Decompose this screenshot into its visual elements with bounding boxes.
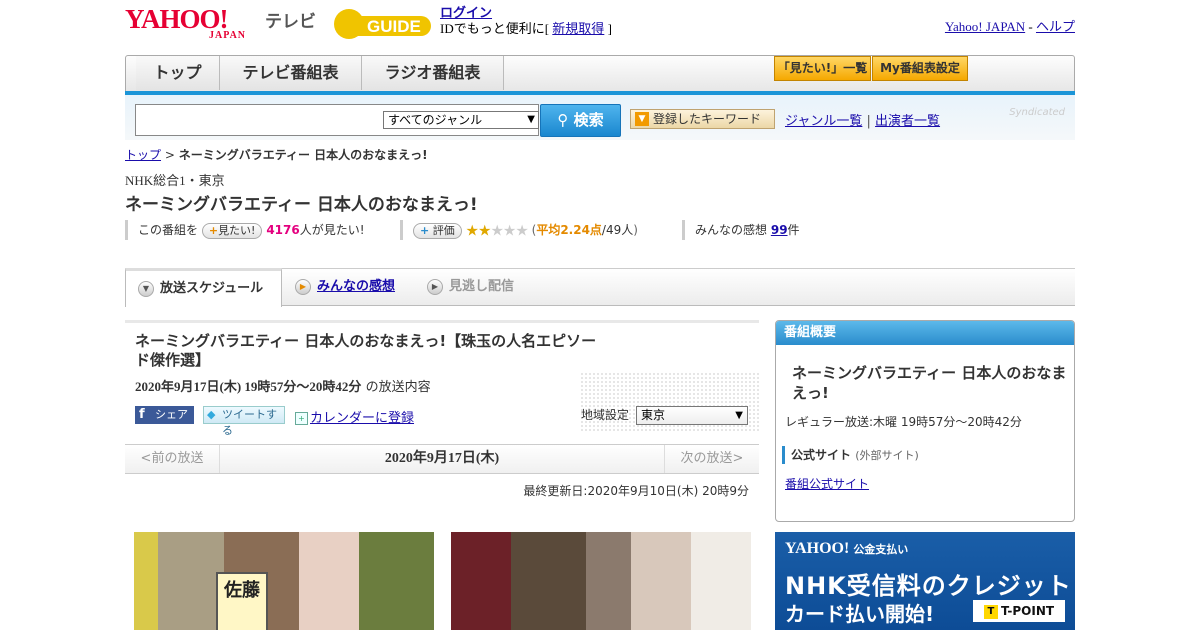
genre-select[interactable]: すべてのジャンル ▼	[383, 111, 539, 129]
chevron-down-icon: ▼	[527, 114, 535, 125]
episode-datetime: 2020年9月17日(木) 19時57分～20時42分 の放送内容	[135, 379, 431, 395]
help-link[interactable]: ヘルプ	[1036, 19, 1075, 34]
yahoo-logo-sub: JAPAN	[209, 30, 247, 41]
tv-label[interactable]: テレビ	[265, 7, 316, 32]
search-button[interactable]: ⚲ 検索	[540, 104, 621, 137]
tab-missed-streaming: ▶ 見逃し配信	[415, 269, 545, 306]
main-nav: トップ テレビ番組表 ラジオ番組表 「見たい!」一覧 My番組表設定	[125, 55, 1075, 93]
current-broadcast-date: 2020年9月17日(木)	[384, 451, 500, 466]
calendar-icon: +	[295, 412, 308, 425]
official-site-heading: 公式サイト (外部サイト)	[782, 446, 919, 464]
breadcrumb-top-link[interactable]: トップ	[125, 148, 161, 162]
yahoo-japan-link[interactable]: Yahoo! JAPAN	[945, 19, 1025, 34]
plus-icon: +	[208, 223, 219, 237]
chevron-down-icon: ▼	[138, 281, 154, 297]
tpoint-icon: T	[983, 604, 998, 619]
last-updated: 最終更新日:2020年9月10日(木) 20時9分	[523, 484, 749, 498]
tab-reviews[interactable]: ▶ みんなの感想	[283, 269, 413, 306]
broadcast-pager: <前の放送 2020年9月17日(木) 次の放送>	[125, 444, 759, 474]
calendar-register-link[interactable]: カレンダーに登録	[310, 411, 414, 426]
regular-broadcast: レギュラー放送:木曜 19時57分～20時42分	[785, 415, 1022, 429]
average-score: 平均2.24点	[536, 223, 602, 237]
yahoo-logo[interactable]: YAHOO!	[125, 6, 229, 33]
want-button[interactable]: +見たい!	[201, 222, 263, 239]
rating-stat: + 評価 ★★★★★ (平均2.24点/49人)	[400, 220, 638, 240]
cast-list-link[interactable]: 出演者一覧	[875, 114, 940, 129]
tab-tv-schedule[interactable]: テレビ番組表	[220, 56, 362, 90]
name-sign: 佐藤	[216, 572, 268, 630]
header-links: Yahoo! JAPAN - ヘルプ	[944, 19, 1075, 34]
login-box: ログイン IDでもっと便利に[ 新規取得 ]	[440, 5, 612, 36]
next-broadcast-button[interactable]: 次の放送>	[664, 445, 759, 473]
search-icon: ⚲	[557, 111, 569, 129]
tab-radio-schedule[interactable]: ラジオ番組表	[362, 56, 504, 90]
episode-image: 佐藤	[134, 532, 434, 630]
ad-logo: YAHOO! 公金支払い	[785, 540, 909, 557]
chevron-right-icon: ▶	[295, 279, 311, 295]
gguide-logo[interactable]: GUIDE	[333, 6, 433, 42]
twitter-share-button[interactable]: ◆ ツイートする	[203, 406, 285, 437]
syndicated-label: Syndicated	[1009, 107, 1065, 118]
rate-button[interactable]: + 評価	[413, 222, 462, 239]
registered-keywords-button[interactable]: ▼ 登録したキーワード	[630, 109, 775, 129]
episode-image	[451, 532, 751, 630]
breadcrumb: トップ > ネーミングバラエティー 日本人のおなまえっ!	[125, 148, 428, 162]
ad-subheadline: カード払い開始!	[785, 602, 935, 626]
region-label: 地域設定	[581, 408, 630, 422]
site-header: YAHOO! JAPAN テレビ GUIDE ログイン IDでもっと便利に[ 新…	[125, 0, 1075, 50]
facebook-icon: f	[139, 407, 145, 422]
episode-title: ネーミングバラエティー 日本人のおなまえっ!【珠玉の人名エピソード傑作選】	[135, 332, 597, 369]
search-links: ジャンル一覧 | 出演者一覧	[785, 114, 941, 129]
nhk-fee-ad-banner[interactable]: YAHOO! 公金支払い NHK受信料のクレジット カード払い開始! T T-POI…	[775, 532, 1075, 630]
program-summary: 番組概要 ネーミングバラエティー 日本人のおなまえっ! レギュラー放送:木曜 1…	[775, 320, 1075, 522]
genre-list-link[interactable]: ジャンル一覧	[785, 114, 862, 129]
rating-stars: ★★★★★	[465, 221, 529, 240]
reviews-count-link[interactable]: 99	[771, 223, 788, 237]
plus-icon: +	[420, 223, 430, 237]
login-link[interactable]: ログイン	[440, 5, 492, 20]
svg-text:GUIDE: GUIDE	[367, 17, 421, 36]
my-schedule-settings-button[interactable]: My番組表設定	[872, 56, 968, 81]
summary-header: 番組概要	[776, 321, 1074, 345]
search-bar: すべてのジャンル ▼ ⚲ 検索 ▼ 登録したキーワード ジャンル一覧 | 出演者…	[125, 95, 1075, 140]
twitter-icon: ◆	[207, 408, 216, 421]
summary-title: ネーミングバラエティー 日本人のおなまえっ!	[792, 364, 1067, 402]
signup-link[interactable]: 新規取得	[552, 21, 604, 36]
tab-top[interactable]: トップ	[136, 56, 220, 90]
want-list-button[interactable]: 「見たい!」一覧	[774, 56, 871, 81]
program-subtabs: ▼ 放送スケジュール ▶ みんなの感想 ▶ 見逃し配信	[125, 268, 1075, 307]
chevron-right-icon: ▶	[427, 279, 443, 295]
program-stats: この番組を +見たい! 4176人が見たい! + 評価 ★★★★★ (平均2.2…	[125, 220, 1075, 240]
page-title: ネーミングバラエティー 日本人のおなまえっ!	[125, 195, 478, 215]
want-stat: この番組を +見たい! 4176人が見たい!	[125, 220, 365, 240]
chevron-down-icon: ▼	[735, 410, 743, 421]
reviews-stat: みんなの感想 99件	[682, 220, 800, 240]
triangle-down-icon: ▼	[635, 112, 649, 126]
want-count: 4176	[266, 223, 300, 237]
channel-label: NHK総合1・東京	[125, 173, 225, 188]
prev-broadcast-button[interactable]: <前の放送	[125, 445, 220, 473]
tpoint-badge: T T-POINT	[973, 600, 1065, 622]
calendar-register: + カレンダーに登録	[295, 407, 414, 426]
ad-headline: NHK受信料のクレジット	[785, 572, 1072, 600]
login-prompt: IDでもっと便利に[	[440, 21, 553, 36]
breadcrumb-current: ネーミングバラエティー 日本人のおなまえっ!	[178, 148, 428, 162]
facebook-share-button[interactable]: f シェア	[135, 406, 194, 424]
region-select[interactable]: 東京 ▼	[636, 406, 748, 425]
tab-broadcast-schedule[interactable]: ▼ 放送スケジュール	[125, 268, 282, 307]
panel-border	[125, 320, 759, 323]
official-site-link[interactable]: 番組公式サイト	[785, 475, 869, 492]
